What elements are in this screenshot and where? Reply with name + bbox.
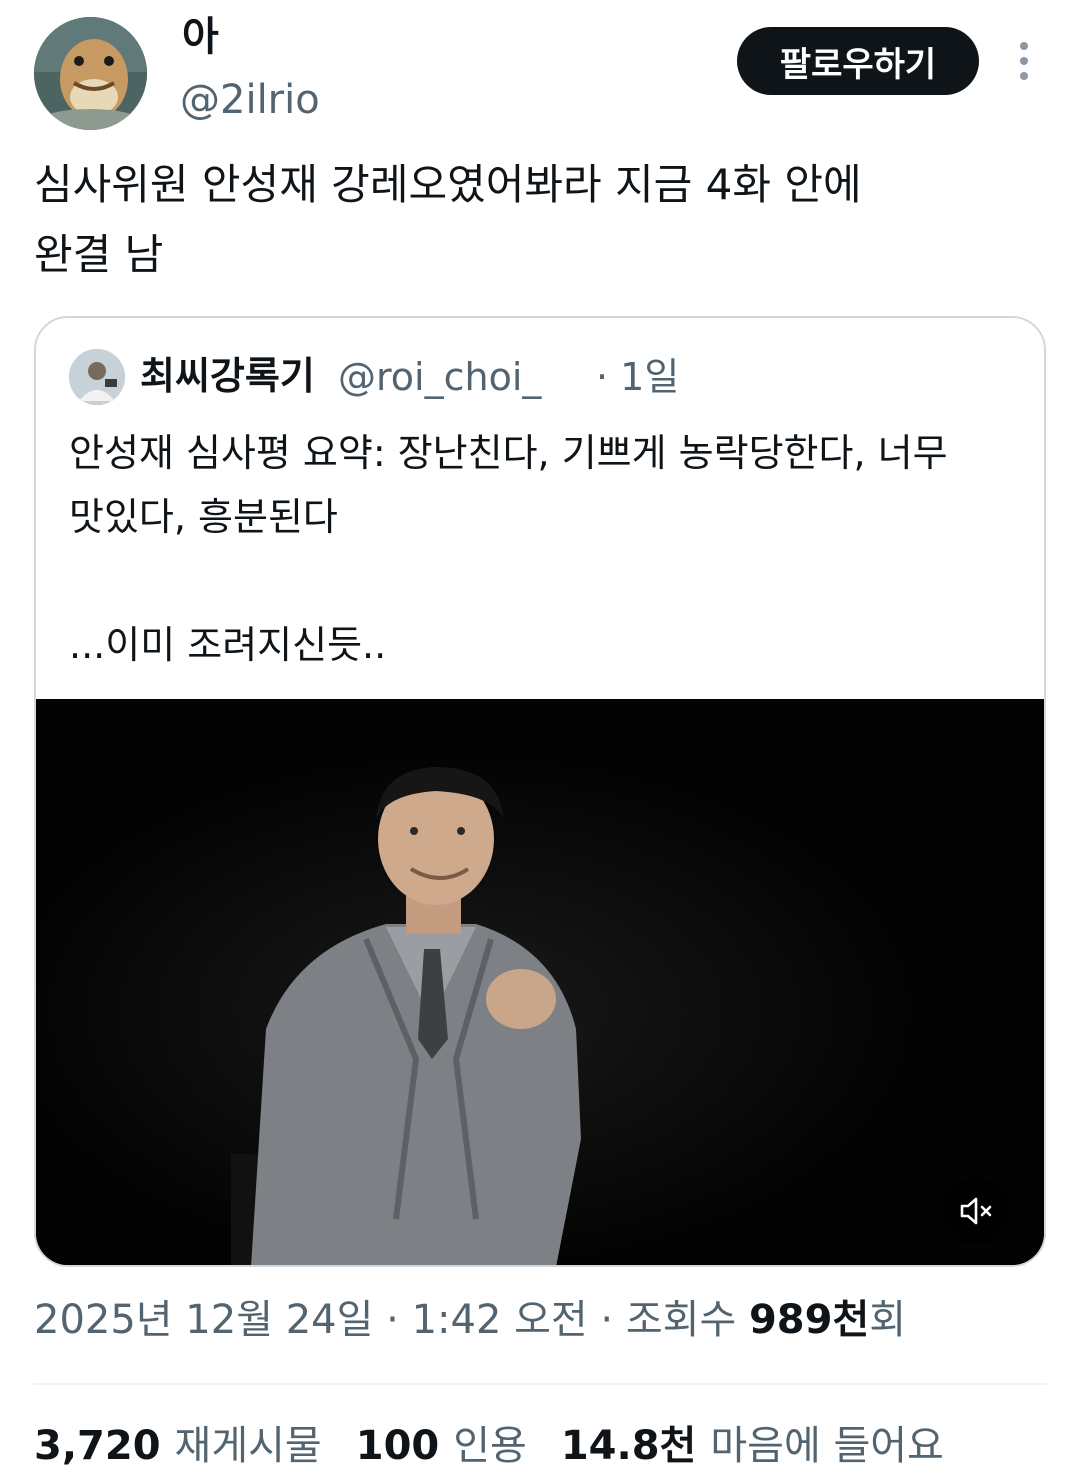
likes-stat[interactable]: 14.8천 마음에 들어요 [561, 1418, 944, 1474]
quotes-label: 인용 [453, 1423, 527, 1469]
views-count: 989천 [748, 1297, 870, 1343]
views-suffix: 회 [869, 1297, 907, 1343]
author-avatar[interactable] [34, 17, 147, 130]
quoted-tweet[interactable]: 최씨강록기 @roi_choi_ · 1일 안성재 심사평 요약: 장난친다, … [34, 316, 1046, 1267]
likes-label: 마음에 들어요 [710, 1423, 944, 1469]
fish-avatar-image [34, 17, 147, 130]
retweets-label: 재게시물 [174, 1423, 322, 1469]
person-avatar-image [69, 349, 125, 405]
quotes-count: 100 [355, 1423, 440, 1469]
quoted-author-avatar[interactable] [69, 349, 125, 405]
retweets-stat[interactable]: 3,720 재게시물 [34, 1418, 322, 1474]
quoted-tweet-time[interactable]: · 1일 [596, 352, 679, 402]
author-handle[interactable]: @2ilrio [180, 76, 320, 124]
quoted-author-handle[interactable]: @roi_choi_ [338, 352, 541, 402]
tweet-date[interactable]: 2025년 12월 24일 · 1:42 오전 · 조회수 [34, 1297, 749, 1343]
tweet-stats: 3,720 재게시물 100 인용 14.8천 마음에 들어요 [34, 1418, 978, 1474]
follow-button[interactable]: 팔로우하기 [737, 27, 979, 95]
tweet-page: 아 @2ilrio 팔로우하기 심사위원 안성재 강레오였어봐라 지금 4화 안… [0, 0, 1080, 1480]
quoted-author-name[interactable]: 최씨강록기 [140, 351, 315, 401]
quoted-tweet-text: 안성재 심사평 요약: 장난친다, 기쁘게 농락당한다, 너무 맛있다, 흥분된… [69, 431, 948, 667]
author-display-name[interactable]: 아 [182, 14, 219, 60]
more-vertical-icon [1020, 42, 1028, 50]
mute-button[interactable] [942, 1177, 1010, 1245]
divider [34, 1383, 1046, 1385]
video-player[interactable] [36, 699, 1044, 1265]
volume-muted-icon [960, 1197, 992, 1225]
retweets-count: 3,720 [34, 1423, 161, 1469]
video-frame-image [36, 699, 1044, 1265]
more-options-button[interactable] [1006, 38, 1042, 84]
likes-count: 14.8천 [560, 1423, 697, 1469]
tweet-meta: 2025년 12월 24일 · 1:42 오전 · 조회수 989천회 [34, 1292, 906, 1348]
quotes-stat[interactable]: 100 인용 [356, 1418, 527, 1474]
tweet-text: 심사위원 안성재 강레오였어봐라 지금 4화 안에 완결 남 [34, 160, 862, 279]
